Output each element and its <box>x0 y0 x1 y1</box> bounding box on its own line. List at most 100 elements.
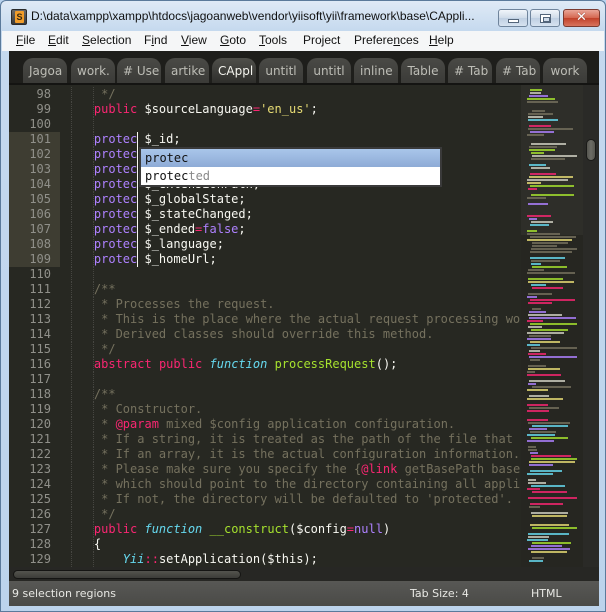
tab[interactable]: untitl <box>259 58 303 84</box>
minimap[interactable] <box>521 85 583 567</box>
line-number: 112 <box>29 297 51 311</box>
indent-guide <box>71 117 72 132</box>
code-text[interactable]: * Please make sure you specify the {@lin… <box>65 462 535 477</box>
tab-size-indicator[interactable]: Tab Size: 4 <box>410 581 469 606</box>
autocomplete-item-selected[interactable]: protec <box>141 149 440 167</box>
code-token: $_language; <box>137 237 224 251</box>
menu-file[interactable]: File <box>16 33 35 47</box>
text-cursor <box>137 252 138 267</box>
code-text[interactable]: protec $_ended=false; <box>65 222 246 237</box>
menu-tools[interactable]: Tools <box>259 33 287 47</box>
code-token: null <box>354 522 383 536</box>
menu-selection[interactable]: Selection <box>82 33 131 47</box>
code-editor[interactable]: 98 */99 public $sourceLanguage='en_us'; 1… <box>9 85 583 567</box>
minimap-line <box>530 185 574 187</box>
code-text[interactable]: * If an array, it is the actual configur… <box>65 447 520 462</box>
line-number: 105 <box>29 192 51 206</box>
code-line: 127 public function __construct($config=… <box>9 522 583 537</box>
minimap-line <box>529 350 540 352</box>
tab[interactable]: Table <box>401 58 445 84</box>
code-text[interactable]: /** <box>65 387 116 402</box>
menu-help[interactable]: Help <box>429 33 454 47</box>
tab-active[interactable]: CAppl <box>212 58 256 84</box>
code-text[interactable]: * If not, the directory will be defaulte… <box>65 492 513 507</box>
minimap-viewport[interactable] <box>521 85 583 235</box>
minimap-line <box>527 410 549 412</box>
line-number: 122 <box>29 447 51 461</box>
tab[interactable]: # Tab <box>448 58 492 84</box>
minimap-line <box>531 437 568 439</box>
code-token: setApplication($this); <box>158 552 318 566</box>
maximize-button[interactable] <box>530 9 560 27</box>
app-window: S D:\data\xampp\xampp\htdocs\jagoanweb\v… <box>0 0 606 612</box>
minimap-line <box>527 272 575 274</box>
code-text[interactable]: Yii::setApplication($this); <box>65 552 318 567</box>
minimap-line <box>532 155 577 157</box>
vertical-scrollbar-thumb[interactable] <box>586 139 596 161</box>
tab[interactable]: inline <box>354 58 398 84</box>
minimap-line <box>532 308 541 310</box>
menu-find[interactable]: Find <box>144 33 167 47</box>
minimap-line <box>529 506 540 508</box>
code-text[interactable]: protec $_language; <box>65 237 224 252</box>
tab[interactable]: # Use <box>117 58 161 84</box>
minimap-line <box>531 545 562 547</box>
code-text[interactable]: public function __construct($config=null… <box>65 522 390 537</box>
code-line: 129 Yii::setApplication($this); <box>9 552 583 567</box>
code-text[interactable]: abstract public function processRequest(… <box>65 357 398 372</box>
code-line: 110 <box>9 267 583 282</box>
code-text[interactable]: * If a string, it is treated as the path… <box>65 432 535 447</box>
line-number: 111 <box>29 282 51 296</box>
menu-goto[interactable]: Goto <box>220 33 246 47</box>
close-button[interactable]: ✕ <box>563 9 600 27</box>
code-text[interactable]: */ <box>65 342 115 357</box>
minimap-line <box>531 143 566 145</box>
line-number: 98 <box>36 87 51 101</box>
code-text[interactable]: * Derived classes should override this m… <box>65 327 433 342</box>
horizontal-scrollbar-thumb[interactable] <box>13 570 241 579</box>
menu-edit[interactable]: Edit <box>48 33 69 47</box>
code-text[interactable]: /** <box>65 282 116 297</box>
code-text[interactable]: public $sourceLanguage='en_us'; <box>65 102 318 117</box>
code-text[interactable]: * Constructor. <box>65 402 202 417</box>
line-number: 103 <box>29 162 51 176</box>
minimap-line <box>530 89 542 91</box>
code-text[interactable]: * @param mixed $config application confi… <box>65 417 455 432</box>
code-token: * If a string, it is treated as the path… <box>65 432 535 446</box>
tab[interactable]: artike <box>165 58 209 84</box>
syntax-indicator[interactable]: HTML <box>531 581 562 606</box>
minimize-button[interactable] <box>498 9 528 27</box>
code-text[interactable]: protec $_stateChanged; <box>65 207 253 222</box>
menu-preferences[interactable]: Preferences <box>354 33 419 47</box>
code-text[interactable]: protec $_id; <box>65 132 181 147</box>
vertical-scrollbar[interactable] <box>583 85 599 567</box>
code-line: 101 protec $_id; <box>9 132 583 147</box>
sublime-text-icon: S <box>11 9 27 25</box>
title-bar[interactable]: S D:\data\xampp\xampp\htdocs\jagoanweb\v… <box>1 1 605 31</box>
code-text[interactable]: * Processes the request. <box>65 297 274 312</box>
code-text[interactable]: */ <box>65 87 115 102</box>
tab[interactable]: work <box>543 58 587 84</box>
menu-view[interactable]: View <box>181 33 207 47</box>
minimap-line <box>532 542 571 544</box>
code-text[interactable]: * This is the place where the actual req… <box>65 312 535 327</box>
tab[interactable]: work. <box>71 58 115 84</box>
code-text[interactable]: * which should point to the directory co… <box>65 477 535 492</box>
tab[interactable]: # Tab <box>496 58 540 84</box>
autocomplete-item[interactable]: protected <box>141 167 440 185</box>
line-number: 99 <box>36 102 51 116</box>
code-text[interactable]: protec $_globalState; <box>65 192 246 207</box>
horizontal-scrollbar[interactable] <box>9 567 599 581</box>
minimap-line <box>528 422 570 424</box>
minimap-line <box>530 131 554 133</box>
code-text[interactable]: protec $_homeUrl; <box>65 252 217 267</box>
tab[interactable]: Jagoa <box>23 58 67 84</box>
code-line: 99 public $sourceLanguage='en_us'; <box>9 102 583 117</box>
menu-project[interactable]: Project <box>303 33 340 47</box>
code-text[interactable]: { <box>65 537 101 552</box>
minimap-line <box>527 404 548 406</box>
minimap-line <box>528 281 574 283</box>
tab[interactable]: untitl <box>307 58 351 84</box>
minimap-line <box>529 164 546 166</box>
code-text[interactable]: */ <box>65 507 115 522</box>
